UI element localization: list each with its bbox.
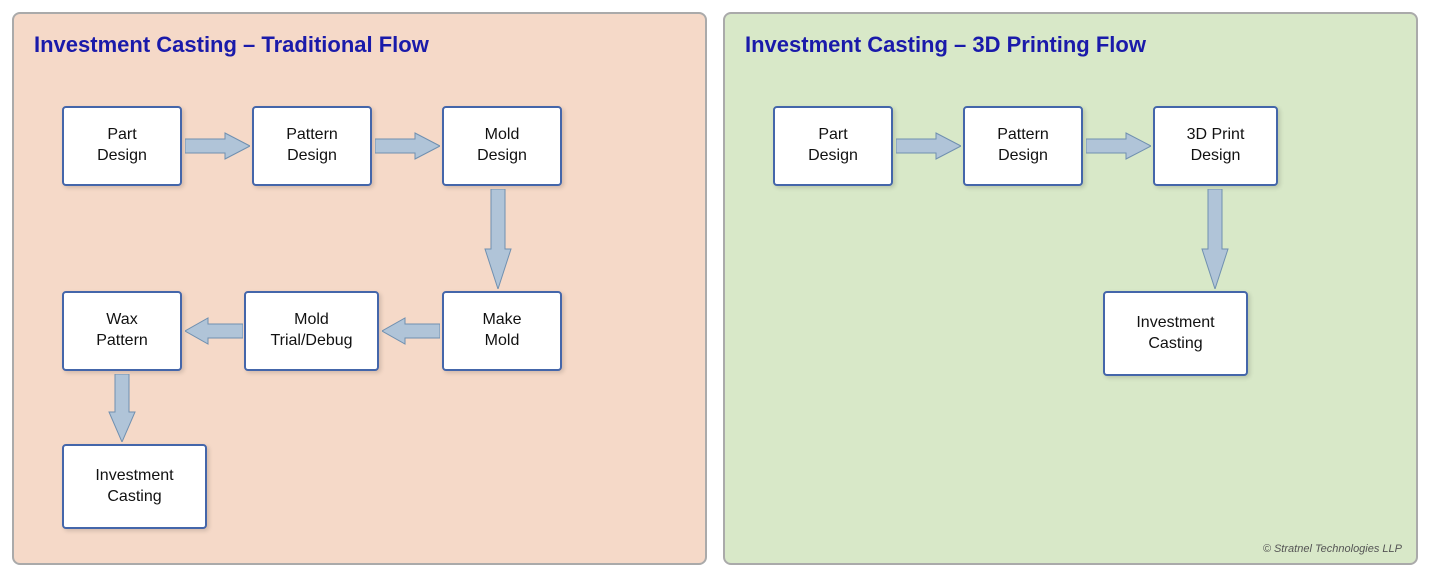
box-pattern-design: PatternDesign <box>252 106 372 186</box>
arrow-6 <box>107 374 137 442</box>
arrow-2 <box>375 131 440 161</box>
box-pattern-design-r: PatternDesign <box>963 106 1083 186</box>
left-title-bold: Traditional Flow <box>261 32 428 57</box>
box-wax-pattern: WaxPattern <box>62 291 182 371</box>
right-panel: Investment Casting – 3D Printing Flow Pa… <box>723 12 1418 565</box>
copyright: © Stratnel Technologies LLP <box>1263 543 1402 555</box>
right-flow-area: PartDesign PatternDesign 3D PrintDesign … <box>745 76 1396 549</box>
arrow-5 <box>185 316 243 346</box>
left-flow-area: PartDesign PatternDesign MoldDesign Make… <box>34 76 685 549</box>
right-title-bold: 3D Printing Flow <box>972 32 1146 57</box>
box-mold-trial: MoldTrial/Debug <box>244 291 379 371</box>
left-panel-title: Investment Casting – Traditional Flow <box>34 32 685 58</box>
arrow-r2 <box>1086 131 1151 161</box>
right-panel-title: Investment Casting – 3D Printing Flow <box>745 32 1396 58</box>
box-make-mold: MakeMold <box>442 291 562 371</box>
box-part-design: PartDesign <box>62 106 182 186</box>
arrow-r3 <box>1200 189 1230 289</box>
box-investment-casting-right: InvestmentCasting <box>1103 291 1248 376</box>
arrow-1 <box>185 131 250 161</box>
main-container: Investment Casting – Traditional Flow Pa… <box>0 0 1430 577</box>
box-investment-casting-left: InvestmentCasting <box>62 444 207 529</box>
right-title-plain: Investment Casting – <box>745 32 972 57</box>
left-title-plain: Investment Casting – <box>34 32 261 57</box>
arrow-r1 <box>896 131 961 161</box>
arrow-3 <box>483 189 513 289</box>
box-part-design-r: PartDesign <box>773 106 893 186</box>
box-print-design: 3D PrintDesign <box>1153 106 1278 186</box>
left-panel: Investment Casting – Traditional Flow Pa… <box>12 12 707 565</box>
box-mold-design: MoldDesign <box>442 106 562 186</box>
arrow-4 <box>382 316 440 346</box>
